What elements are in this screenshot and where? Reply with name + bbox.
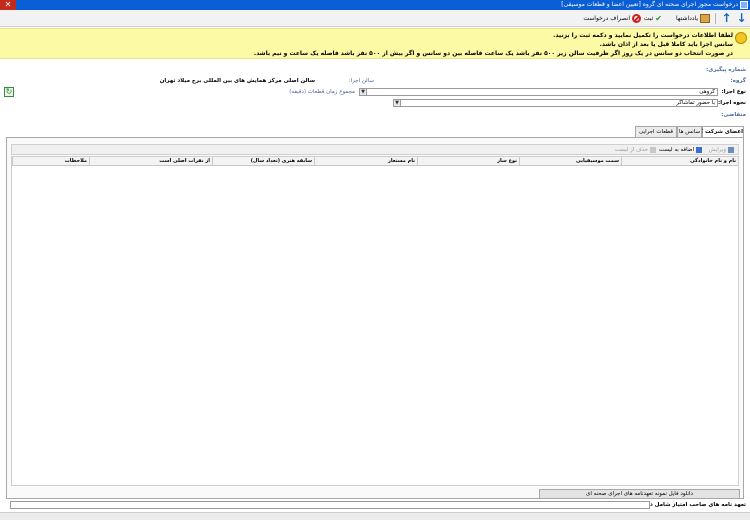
notice-line-1: لطفا اطلاعات درخواست را تکمیل نمایید و د… — [553, 32, 733, 39]
toolbar: ↓ ↑ ✔ ثبت انصراف درخواست یادداشتها — [0, 10, 750, 27]
add-to-list-button[interactable]: اضافه به لیست — [659, 146, 702, 154]
add-to-list-label: اضافه به لیست — [658, 147, 694, 153]
next-arrow-icon[interactable]: ↓ — [735, 11, 748, 25]
column-header-main-member[interactable]: از نفرات اصلی است — [89, 157, 212, 166]
pencil-icon — [728, 147, 734, 153]
lightbulb-icon — [735, 32, 747, 44]
cancel-request-button[interactable]: انصراف درخواست — [581, 12, 643, 25]
column-header-experience[interactable]: سابقه هنری (تعداد سال) — [212, 157, 314, 166]
performance-type-dropdown-arrow[interactable]: ▼ — [359, 88, 367, 96]
performance-type-select[interactable]: گروهی — [359, 88, 718, 96]
app-icon — [740, 1, 748, 9]
refresh-icon[interactable]: ↻ — [4, 87, 14, 97]
performance-mode-dropdown-arrow[interactable]: ▼ — [393, 99, 401, 107]
save-button-label: ثبت — [643, 15, 654, 22]
participants-panel: ویرایش اضافه به لیست حذف از لیست نام و ن… — [6, 137, 744, 499]
hall-value: سالن اصلی مرکز همایش های بین المللی برج … — [159, 78, 315, 84]
add-icon — [696, 147, 702, 153]
column-header-name[interactable]: نام و نام خانوادگی — [621, 157, 738, 166]
info-notice: لطفا اطلاعات درخواست را تکمیل نمایید و د… — [0, 28, 750, 59]
group-label: گروه: — [730, 78, 747, 84]
remove-from-list-label: حذف از لیست — [614, 147, 648, 153]
notice-line-2: سانس اجرا باید کاملا قبل یا بعد از اذان … — [599, 41, 733, 48]
save-button[interactable]: ✔ ثبت — [642, 12, 664, 25]
grid-header: نام و نام خانوادگی سمت موسیقیایی نوع ساز… — [12, 157, 738, 166]
total-duration-label: مجموع زمان قطعات (دقیقه) — [289, 89, 355, 95]
performance-mode-select[interactable]: با حضور تماشاگر — [400, 99, 718, 107]
close-button[interactable]: ✕ — [0, 0, 16, 10]
title-bar: درخواست مجوز اجرای صحنه ای گروه [تعیین ا… — [0, 0, 750, 10]
window-title: درخواست مجوز اجرای صحنه ای گروه [تعیین ا… — [561, 1, 738, 8]
column-header-role[interactable]: سمت موسیقیایی — [519, 157, 621, 166]
cancel-icon — [632, 14, 641, 23]
tab-sessions[interactable]: سانس ها — [677, 126, 702, 137]
prev-arrow-icon[interactable]: ↑ — [720, 11, 733, 25]
applicant-label: متقاضی: — [721, 112, 746, 118]
performance-type-label: نوع اجرا: — [721, 89, 746, 95]
tracking-number-label: شماره پیگیری: — [706, 67, 746, 73]
cancel-request-label: انصراف درخواست — [583, 15, 630, 22]
commitment-file-field[interactable] — [10, 501, 650, 509]
toolbar-separator — [715, 13, 716, 24]
hall-label: سالن اجرا: — [348, 78, 374, 84]
delete-icon — [650, 147, 656, 153]
remove-from-list-button[interactable]: حذف از لیست — [615, 146, 656, 154]
notes-button-label: یادداشتها — [676, 15, 698, 22]
column-header-alias[interactable]: نام مستعار — [314, 157, 417, 166]
status-bar — [0, 512, 750, 520]
notes-button[interactable]: یادداشتها — [674, 12, 712, 25]
column-header-instrument[interactable]: نوع ساز — [417, 157, 519, 166]
participants-grid[interactable]: نام و نام خانوادگی سمت موسیقیایی نوع ساز… — [11, 156, 739, 486]
tab-performance-pieces[interactable]: قطعات اجرایی — [635, 126, 677, 137]
edit-button-label: ویرایش — [708, 147, 726, 153]
download-template-button[interactable]: دانلود فایل نمونه تعهدنامه های اجرای صحن… — [539, 489, 740, 499]
edit-button[interactable]: ویرایش — [709, 146, 734, 154]
grid-toolbar: ویرایش اضافه به لیست حذف از لیست — [11, 144, 739, 155]
check-icon: ✔ — [655, 14, 662, 23]
notes-icon — [700, 14, 710, 23]
column-header-notes[interactable]: ملاحظات — [12, 157, 89, 166]
notice-line-3: در صورت انتخاب دو سانس در یک روز اگر ظرف… — [253, 50, 733, 57]
performance-mode-label: نحوه اجرا: — [718, 100, 746, 106]
